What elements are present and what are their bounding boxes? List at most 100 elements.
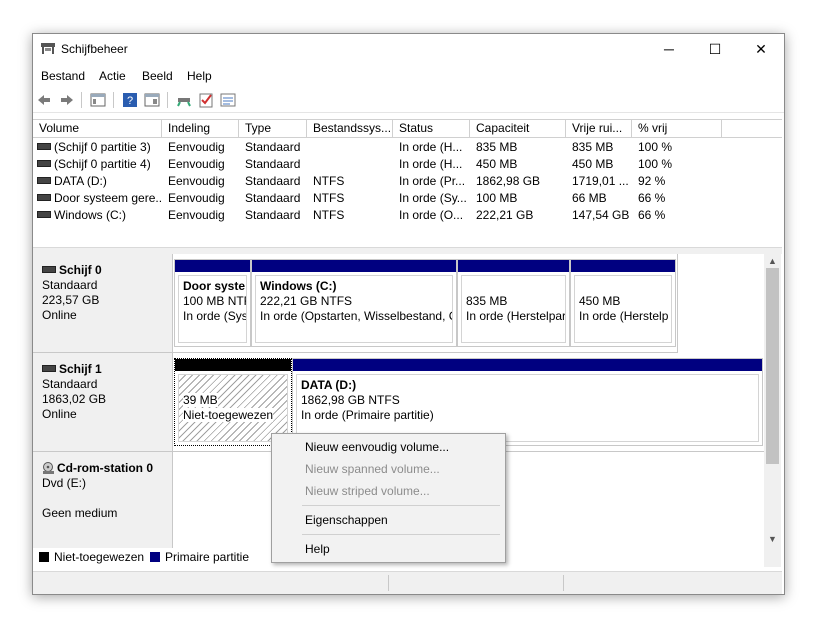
table-cell[interactable]: NTFS	[313, 207, 396, 224]
menu-new-simple-volume[interactable]: Nieuw eenvoudig volume...	[305, 440, 449, 454]
table-cell[interactable]: Standaard	[245, 207, 310, 224]
cell-text: In orde (O...	[399, 208, 464, 222]
volume-name-cell[interactable]: (Schijf 0 partitie 4)	[37, 156, 163, 173]
table-cell[interactable]: In orde (Pr...	[399, 173, 473, 190]
checklist-icon[interactable]	[198, 92, 214, 108]
menu-properties[interactable]: Eigenschappen	[305, 513, 388, 527]
minimize-button[interactable]: ─	[646, 34, 692, 64]
cell-text: DATA (D:)	[54, 174, 107, 188]
table-cell[interactable]: NTFS	[313, 173, 396, 190]
table-cell[interactable]: 1719,01 ...	[572, 173, 635, 190]
table-cell[interactable]: In orde (H...	[399, 139, 473, 156]
close-button[interactable]: ✕	[738, 34, 784, 64]
table-cell[interactable]: 222,21 GB	[476, 207, 569, 224]
scroll-down-icon[interactable]: ▼	[768, 534, 777, 544]
partition-recovery-450[interactable]: 450 MB In orde (Herstelp	[570, 259, 676, 347]
back-arrow-icon[interactable]	[36, 92, 52, 108]
table-cell[interactable]	[313, 156, 396, 173]
table-cell[interactable]: 92 %	[638, 173, 698, 190]
table-cell[interactable]: Eenvoudig	[168, 156, 242, 173]
table-cell[interactable]: In orde (O...	[399, 207, 473, 224]
table-cell[interactable]: NTFS	[313, 190, 396, 207]
cell-text: 66 %	[638, 191, 666, 205]
table-cell[interactable]: Standaard	[245, 156, 310, 173]
disk-0-state: Online	[42, 308, 77, 322]
cell-text: 100 MB	[476, 191, 518, 205]
table-cell[interactable]: 66 %	[638, 207, 698, 224]
menu-new-striped-volume[interactable]: Nieuw striped volume...	[305, 484, 430, 498]
column-header-vrije-ruimte[interactable]: Vrije rui...	[566, 120, 632, 138]
table-cell[interactable]: 835 MB	[476, 139, 569, 156]
partition-status: In orde (Sys	[183, 309, 247, 323]
help-icon[interactable]: ?	[122, 92, 138, 108]
show-hide-icon[interactable]	[144, 92, 160, 108]
volume-name-cell[interactable]: Windows (C:)	[37, 207, 163, 224]
disk-0-label[interactable]: Schijf 0 Standaard 223,57 GB Online	[33, 254, 173, 353]
graph-scrollbar[interactable]: ▲ ▼	[764, 254, 781, 567]
table-cell[interactable]: 835 MB	[572, 139, 635, 156]
maximize-button[interactable]: ☐	[692, 34, 738, 64]
partition-windows-c[interactable]: Windows (C:) 222,21 GB NTFS In orde (Ops…	[251, 259, 457, 347]
menu-bestand[interactable]: Bestand	[41, 69, 85, 83]
column-header-bestandssysteem[interactable]: Bestandssys...	[307, 120, 393, 138]
column-header-volume[interactable]: Volume	[33, 120, 162, 138]
table-cell[interactable]: 100 %	[638, 156, 698, 173]
table-cell[interactable]: Standaard	[245, 139, 310, 156]
table-cell[interactable]: Standaard	[245, 173, 310, 190]
volume-icon	[37, 194, 51, 202]
table-cell[interactable]: 1862,98 GB	[476, 173, 569, 190]
properties-list-icon[interactable]	[220, 92, 236, 108]
partition-windows-c-content: Windows (C:) 222,21 GB NTFS In orde (Ops…	[255, 275, 453, 343]
table-cell[interactable]: 450 MB	[572, 156, 635, 173]
menu-beeld[interactable]: Beeld	[142, 69, 173, 83]
table-cell[interactable]: 100 %	[638, 139, 698, 156]
table-cell[interactable]: 66 MB	[572, 190, 635, 207]
partition-system-reserved[interactable]: Door syste 100 MB NTF In orde (Sys	[174, 259, 251, 347]
partition-recovery-835[interactable]: 835 MB In orde (Herstelpar	[457, 259, 570, 347]
menu-bar: Bestand Actie Beeld Help	[33, 65, 784, 87]
table-cell[interactable]: In orde (Sy...	[399, 190, 473, 207]
cell-text: 835 MB	[572, 140, 614, 154]
console-tree-icon[interactable]	[90, 92, 106, 108]
partition-size: 222,21 GB NTFS	[260, 294, 353, 308]
disk-1-label[interactable]: Schijf 1 Standaard 1863,02 GB Online	[33, 353, 173, 452]
table-cell[interactable]: 450 MB	[476, 156, 569, 173]
cell-text: (Schijf 0 partitie 3)	[54, 140, 151, 154]
menu-new-spanned-volume[interactable]: Nieuw spanned volume...	[305, 462, 440, 476]
table-cell[interactable]: Eenvoudig	[168, 173, 242, 190]
volume-name-cell[interactable]: DATA (D:)	[37, 173, 163, 190]
column-header-capaciteit[interactable]: Capaciteit	[470, 120, 566, 138]
cdrom-label[interactable]: Cd-rom-station 0 Dvd (E:) Geen medium	[33, 452, 173, 548]
cell-text: 450 MB	[572, 157, 614, 171]
cell-text: Eenvoudig	[168, 208, 225, 222]
table-cell[interactable]: In orde (H...	[399, 156, 473, 173]
cell-text: 66 %	[638, 208, 666, 222]
column-header-procent-vrij[interactable]: % vrij	[632, 120, 722, 138]
scroll-up-icon[interactable]: ▲	[768, 256, 777, 266]
menu-help[interactable]: Help	[187, 69, 212, 83]
table-cell[interactable]: 147,54 GB	[572, 207, 635, 224]
table-cell[interactable]: Eenvoudig	[168, 190, 242, 207]
column-header-filler	[722, 120, 782, 138]
menu-separator	[302, 505, 500, 506]
table-cell[interactable]: 66 %	[638, 190, 698, 207]
scrollbar-thumb[interactable]	[766, 268, 779, 464]
volume-name-cell[interactable]: (Schijf 0 partitie 3)	[37, 139, 163, 156]
connect-disk-icon[interactable]	[176, 92, 192, 108]
table-cell[interactable]: 100 MB	[476, 190, 569, 207]
table-cell[interactable]: Eenvoudig	[168, 139, 242, 156]
column-header-type[interactable]: Type	[239, 120, 307, 138]
disk-1-size: 1863,02 GB	[42, 392, 107, 406]
forward-arrow-icon[interactable]	[59, 92, 75, 108]
table-cell[interactable]	[313, 139, 396, 156]
column-header-status[interactable]: Status	[393, 120, 470, 138]
table-cell[interactable]: Eenvoudig	[168, 207, 242, 224]
column-header-indeling[interactable]: Indeling	[162, 120, 239, 138]
menu-actie[interactable]: Actie	[99, 69, 126, 83]
volume-name-cell[interactable]: Door systeem gere...	[37, 190, 163, 207]
volume-icon	[37, 143, 51, 151]
table-cell[interactable]: Standaard	[245, 190, 310, 207]
cell-text: Eenvoudig	[168, 157, 225, 171]
status-bar	[33, 571, 782, 594]
menu-help-item[interactable]: Help	[305, 542, 330, 556]
